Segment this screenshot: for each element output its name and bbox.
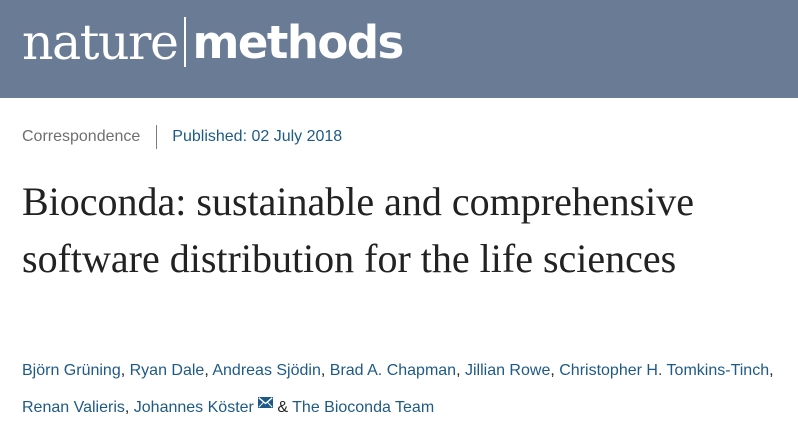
consortium-link[interactable]: The Bioconda Team (292, 399, 434, 416)
logo-methods-text: methods (192, 15, 404, 69)
author-link[interactable]: Jillian Rowe (465, 362, 550, 379)
author-separator: , (204, 362, 209, 379)
author-separator: , (124, 399, 130, 416)
published-date: Published: 02 July 2018 (172, 128, 343, 145)
author-separator: , (769, 362, 774, 379)
article-title: Bioconda: sustainable and comprehensive … (22, 179, 695, 281)
author-link[interactable]: Christopher H. Tomkins-Tinch (559, 362, 769, 379)
logo-divider (184, 17, 187, 67)
masthead: nature methods (0, 0, 798, 98)
author-separator: , (320, 362, 326, 379)
author-ampersand: & (277, 399, 288, 416)
author-link[interactable]: Brad A. Chapman (330, 362, 456, 379)
author-link[interactable]: Johannes Köster (134, 399, 254, 416)
author-separator: , (456, 362, 461, 379)
author-link[interactable]: Björn Grüning (22, 362, 121, 379)
meta-divider (156, 125, 158, 149)
author-link[interactable]: Ryan Dale (130, 362, 205, 379)
author-list: Björn Grüning, Ryan Dale, Andreas Sjödin… (22, 354, 792, 424)
logo-nature-text: nature (22, 13, 179, 71)
article-meta: Correspondence Published: 02 July 2018 (22, 125, 342, 149)
mail-icon[interactable] (257, 387, 273, 408)
author-link[interactable]: Andreas Sjödin (212, 362, 321, 379)
author-link[interactable]: Renan Valieris (22, 399, 125, 416)
author-separator: , (120, 362, 126, 379)
author-separator: , (550, 362, 555, 379)
nature-methods-logo[interactable]: nature methods (22, 8, 404, 76)
article-type: Correspondence (22, 128, 141, 145)
